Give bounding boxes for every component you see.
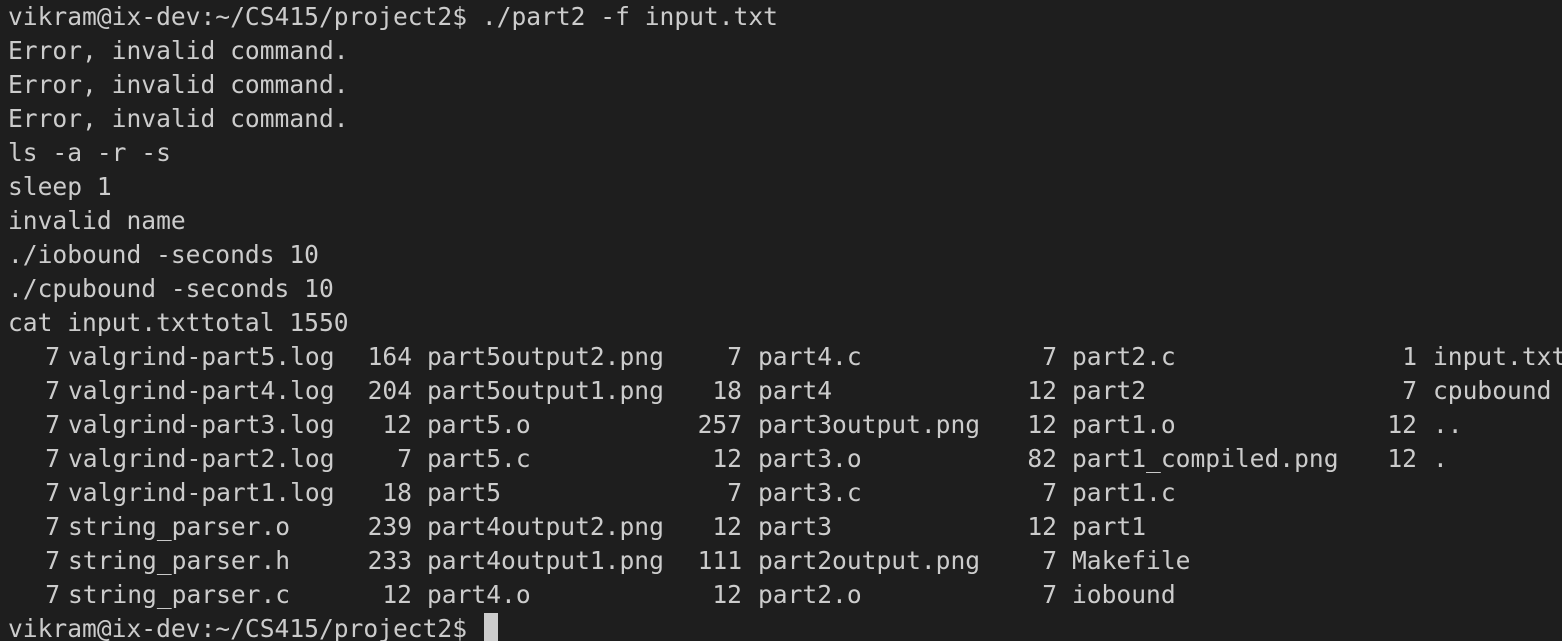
- file-name: cpubound: [1433, 376, 1552, 405]
- file-name: iobound: [1072, 580, 1176, 609]
- entered-command: ./part2 -f input.txt: [481, 2, 778, 31]
- listing-row: 7 valgrind-part4.log 204 part5output1.png 18…: [8, 374, 1562, 408]
- shell-prompt: vikram@ix-dev:~/CS415/project2$: [8, 2, 482, 31]
- ls-listing: 7 valgrind-part5.log 164 part5output2.png 7 p…: [8, 340, 1562, 612]
- output-line: ls -a -r -s: [8, 138, 171, 167]
- file-size: 12: [1387, 444, 1417, 473]
- terminal-window[interactable]: vikram@ix-dev:~/CS415/project2$ ./part2 …: [0, 0, 1562, 641]
- output-line: Error, invalid command.: [8, 70, 349, 99]
- file-size: 12: [1027, 512, 1057, 541]
- output-line: ./cpubound -seconds 10: [8, 274, 334, 303]
- output-line: Error, invalid command.: [8, 104, 349, 133]
- file-name: part1.c: [1072, 478, 1176, 507]
- listing-row: 7 valgrind-part2.log 7 part5.c 12 part3.o 82 pa…: [8, 442, 1562, 476]
- command-line: vikram@ix-dev:~/CS415/project2$ ./part2 …: [8, 0, 1562, 34]
- file-size: 7: [1042, 478, 1057, 507]
- shell-prompt: vikram@ix-dev:~/CS415/project2$: [8, 614, 482, 641]
- file-name: part1: [1072, 512, 1147, 541]
- final-prompt-line: vikram@ix-dev:~/CS415/project2$: [8, 612, 1562, 641]
- output-line: cat input.txttotal 1550: [8, 308, 349, 337]
- file-name: input.txt: [1433, 342, 1562, 371]
- output-line: invalid name: [8, 206, 186, 235]
- listing-row: 7 valgrind-part3.log 12 part5.o 257 part3outp…: [8, 408, 1562, 442]
- output-line: sleep 1: [8, 172, 112, 201]
- file-name: ..: [1433, 410, 1463, 439]
- file-name: Makefile: [1072, 546, 1191, 575]
- file-size: 12: [1387, 410, 1417, 439]
- listing-row: 7 valgrind-part1.log 18 part5 7 part3.c 7 part1…: [8, 476, 1562, 510]
- output-line: ./iobound -seconds 10: [8, 240, 319, 269]
- listing-row: 7 string_parser.h 233 part4output1.png 111 pa…: [8, 544, 1562, 578]
- file-size: 1: [1402, 342, 1417, 371]
- file-size: 7: [1402, 376, 1417, 405]
- program-output: Error, invalid command. Error, invalid c…: [8, 34, 1562, 340]
- listing-row: 7 string_parser.o 239 part4output2.png 12 par…: [8, 510, 1562, 544]
- file-size: 7: [1042, 580, 1057, 609]
- listing-row: 7 string_parser.c 12 part4.o 12 part2.o 7 iobou…: [8, 578, 1562, 612]
- output-line: Error, invalid command.: [8, 36, 349, 65]
- listing-row: 7 valgrind-part5.log 164 part5output2.png 7 p…: [8, 340, 1562, 374]
- text-cursor: [483, 613, 498, 641]
- file-size: 7: [1042, 546, 1057, 575]
- file-name: .: [1433, 444, 1448, 473]
